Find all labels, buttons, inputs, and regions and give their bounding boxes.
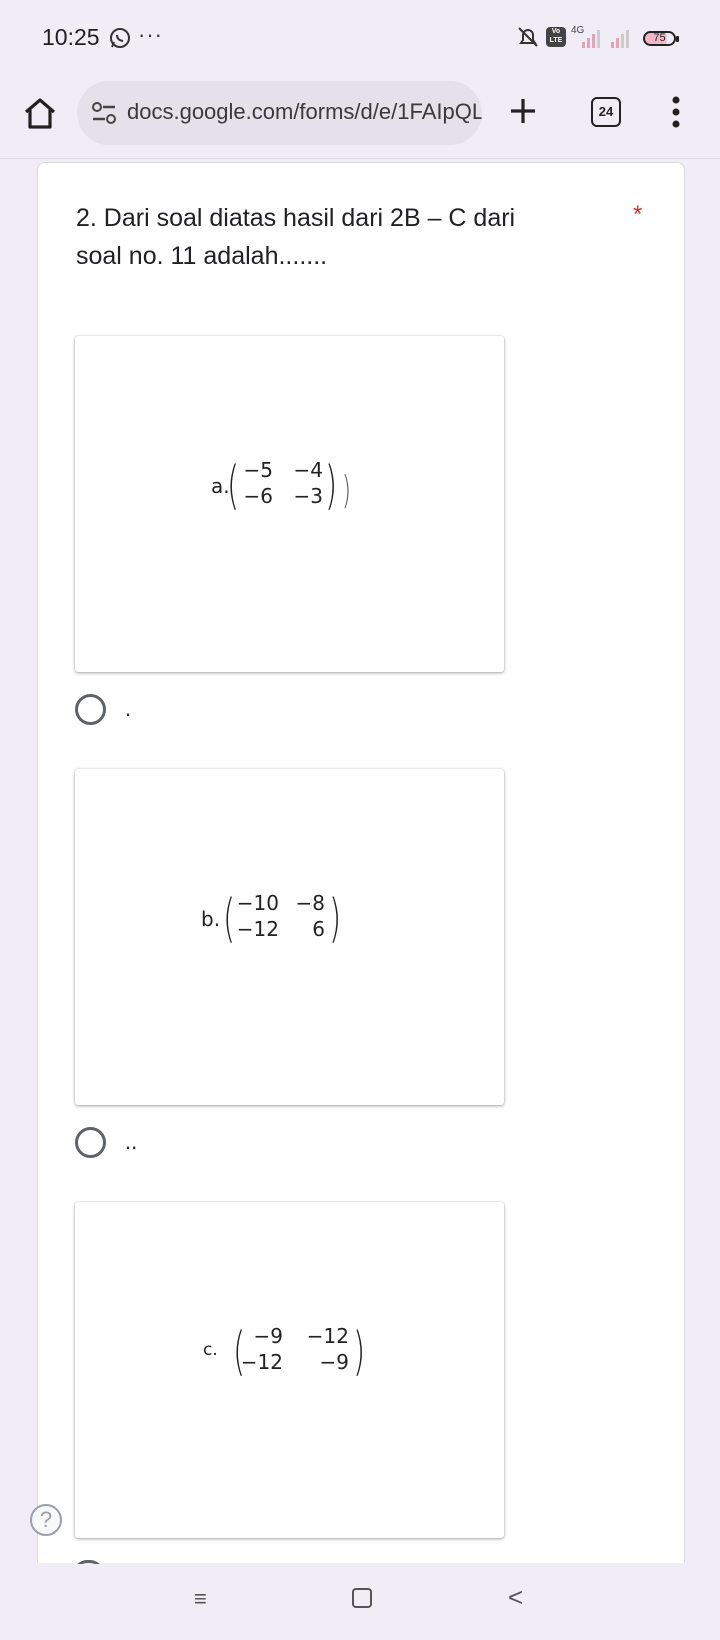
- matrix-cell: −9: [319, 1350, 349, 1374]
- recent-apps-icon[interactable]: ≡: [194, 1586, 207, 1612]
- browser-toolbar: docs.google.com/forms/d/e/1FAIpQL 24: [0, 76, 720, 158]
- battery-icon: 75: [643, 31, 679, 46]
- url-text[interactable]: docs.google.com/forms/d/e/1FAIpQL: [127, 99, 482, 125]
- address-bar[interactable]: docs.google.com/forms/d/e/1FAIpQL: [77, 81, 482, 145]
- more-notifications-icon: ···: [138, 22, 163, 47]
- signal-icon: [582, 30, 600, 48]
- option-image-a: a. ( −5 −4 −6 −3 ) ): [75, 336, 504, 672]
- matrix-cell: −8: [295, 891, 325, 915]
- option-image-c: c. ( −9 −12 −12 −9 ): [75, 1202, 504, 1538]
- matrix-right-paren: ): [353, 1322, 366, 1382]
- matrix-right-paren: ): [329, 889, 342, 949]
- matrix-cell: −12: [236, 917, 279, 941]
- site-settings-icon[interactable]: [91, 101, 117, 125]
- matrix-prefix: b.: [201, 907, 221, 931]
- help-icon[interactable]: ?: [30, 1504, 62, 1536]
- volte-icon: Vo LTE: [546, 27, 566, 47]
- home-icon[interactable]: [20, 94, 60, 134]
- bell-muted-icon: [518, 27, 538, 47]
- status-time: 10:25: [42, 24, 100, 50]
- toolbar-divider: [0, 158, 720, 159]
- option-label-a[interactable]: .: [125, 696, 131, 722]
- option-radio-a[interactable]: [75, 694, 106, 725]
- matrix-cell: −5: [243, 458, 273, 482]
- new-tab-icon[interactable]: [508, 96, 538, 126]
- matrix-cell: 6: [312, 917, 325, 941]
- matrix-cell: −12: [240, 1350, 283, 1374]
- matrix-cell: −9: [253, 1324, 283, 1348]
- matrix-cell: −3: [293, 484, 323, 508]
- status-bar: 10:25 ··· Vo LTE 4G 75: [0, 0, 720, 76]
- signal-icon-2: [611, 30, 629, 48]
- option-radio-b[interactable]: [75, 1127, 106, 1158]
- nav-home-icon[interactable]: [352, 1588, 372, 1608]
- question-card: 2. Dari soal diatas hasil dari 2B – C da…: [37, 162, 685, 1563]
- matrix-cell: −4: [293, 458, 323, 482]
- matrix-cell: −6: [243, 484, 273, 508]
- tab-switcher-button[interactable]: 24: [591, 97, 621, 127]
- stray-paren: ): [341, 468, 351, 512]
- question-text: 2. Dari soal diatas hasil dari 2B – C da…: [76, 204, 516, 270]
- matrix-cell: −12: [306, 1324, 349, 1348]
- back-icon[interactable]: <: [508, 1582, 523, 1613]
- matrix-cell: −10: [236, 891, 279, 915]
- option-image-b: b. ( −10 −8 −12 6 ): [75, 769, 504, 1105]
- matrix-prefix: c.: [203, 1340, 218, 1360]
- whatsapp-icon: [110, 28, 130, 48]
- required-marker: *: [633, 201, 643, 228]
- overflow-menu-icon[interactable]: [672, 96, 680, 128]
- option-label-b[interactable]: ..: [125, 1129, 137, 1155]
- matrix-right-paren: ): [325, 456, 338, 516]
- system-nav-bar: ≡ <: [0, 1564, 720, 1640]
